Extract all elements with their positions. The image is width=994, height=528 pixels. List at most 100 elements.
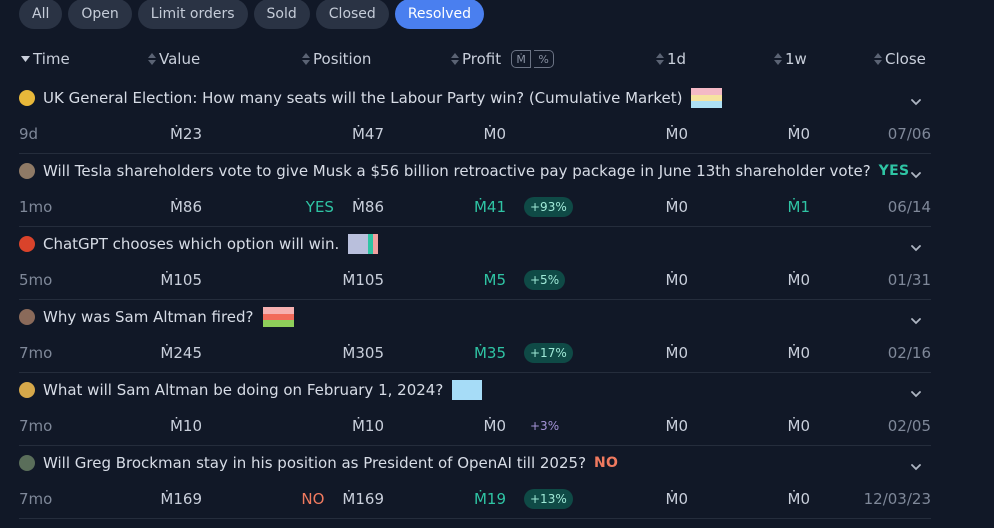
chevron-down-icon[interactable] — [911, 310, 921, 329]
table-row[interactable]: Will Greg Brockman stay in his position … — [19, 445, 931, 519]
market-thumbnail — [262, 307, 294, 327]
sort-1w[interactable]: 1w — [774, 46, 807, 72]
time-cell: 5mo — [19, 271, 53, 289]
profit-percent-cell: +5% — [524, 262, 566, 298]
sort-1d[interactable]: 1d — [656, 46, 686, 72]
resolution-badge: YES — [878, 163, 910, 179]
profit-mana-toggle[interactable]: Ṁ — [511, 50, 532, 68]
close-date-cell: 01/31 — [887, 271, 931, 289]
thumbnail-stripe — [262, 307, 294, 314]
filter-open[interactable]: Open — [68, 0, 132, 29]
table-row[interactable]: UK General Election: How many seats will… — [19, 80, 931, 154]
position-values: 5mo Ṁ105 Ṁ105 Ṁ5 +5% Ṁ0 Ṁ0 01/31 — [19, 262, 931, 298]
market-question-link[interactable]: Will Greg Brockman stay in his position … — [43, 454, 586, 472]
filter-closed[interactable]: Closed — [315, 0, 389, 29]
profit-cell: Ṁ0 — [483, 417, 507, 435]
close-date-cell: 07/06 — [887, 125, 931, 143]
profit-cell: Ṁ41 — [473, 198, 506, 216]
chevron-down-icon[interactable] — [911, 456, 921, 475]
position-values: 7mo Ṁ10 Ṁ10 Ṁ0 +3% Ṁ0 Ṁ0 02/05 — [19, 408, 931, 444]
position-cell: YES Ṁ86 — [306, 189, 384, 225]
table-row[interactable]: Why was Sam Altman fired? 7mo Ṁ245 Ṁ305 Ṁ35 +… — [19, 299, 931, 373]
market-question-line: What will Sam Altman be doing on Februar… — [19, 372, 931, 408]
value-cell: Ṁ23 — [169, 125, 202, 143]
profit-percent-cell: +13% — [524, 481, 573, 517]
thumbnail-stripe — [691, 101, 723, 108]
value-cell: Ṁ105 — [160, 271, 202, 289]
table-header: Time Value Position Profit Ṁ% 1d 1w Clos… — [19, 46, 931, 72]
position-amount: Ṁ169 — [342, 490, 384, 508]
profit-cell: Ṁ0 — [483, 125, 507, 143]
value-cell: Ṁ10 — [169, 417, 202, 435]
thumbnail-stripe — [262, 320, 294, 327]
thumbnail-stripe — [691, 94, 723, 102]
position-values: 7mo Ṁ169 NO Ṁ169 Ṁ19 +13% Ṁ0 Ṁ0 12/03/23 — [19, 481, 931, 517]
time-cell: 9d — [19, 125, 39, 143]
filter-limit-orders[interactable]: Limit orders — [137, 0, 248, 29]
position-outcome: NO — [301, 490, 325, 508]
column-position-label: Position — [313, 50, 372, 68]
thumbnail-stripe — [348, 234, 369, 254]
position-values: 1mo Ṁ86 YES Ṁ86 Ṁ41 +93% Ṁ0 Ṁ1 06/14 — [19, 189, 931, 225]
market-question-link[interactable]: ChatGPT chooses which option will win. — [43, 235, 339, 253]
market-question-line: Will Tesla shareholders vote to give Mus… — [19, 153, 931, 189]
change-1w-cell: Ṁ0 — [787, 417, 811, 435]
profit-percent-cell: +3% — [524, 408, 565, 444]
filter-all[interactable]: All — [19, 0, 63, 29]
chevron-down-icon[interactable] — [911, 383, 921, 402]
change-1d-cell: Ṁ0 — [665, 490, 689, 508]
sort-profit[interactable]: Profit Ṁ% — [451, 46, 555, 72]
position-values: 7mo Ṁ245 Ṁ305 Ṁ35 +17% Ṁ0 Ṁ0 02/16 — [19, 335, 931, 371]
sort-close[interactable]: Close — [874, 46, 926, 72]
sort-time[interactable]: Time — [21, 46, 70, 72]
change-1d-cell: Ṁ0 — [665, 125, 689, 143]
market-question-line: Will Greg Brockman stay in his position … — [19, 445, 931, 481]
market-question-link[interactable]: Will Tesla shareholders vote to give Mus… — [43, 162, 871, 180]
thumbnail-stripe — [691, 88, 723, 95]
position-amount: Ṁ305 — [342, 344, 384, 362]
column-value-label: Value — [159, 50, 201, 68]
close-date-cell: 12/03/23 — [863, 490, 931, 508]
filter-resolved[interactable]: Resolved — [394, 0, 485, 29]
position-amount: Ṁ47 — [351, 125, 384, 143]
profit-percent-toggle[interactable]: % — [534, 50, 555, 68]
table-row[interactable]: What will Sam Altman be doing on Februar… — [19, 372, 931, 446]
sort-desc-icon — [21, 56, 30, 62]
market-question-link[interactable]: UK General Election: How many seats will… — [43, 89, 682, 107]
avatar — [19, 163, 35, 179]
sort-arrows-icon — [774, 53, 782, 65]
position-cell: Ṁ105 — [342, 262, 384, 298]
time-cell: 7mo — [19, 490, 53, 508]
chevron-down-icon[interactable] — [911, 91, 921, 110]
thumbnail-stripe — [373, 234, 379, 254]
table-row[interactable]: Will Tesla shareholders vote to give Mus… — [19, 153, 931, 227]
change-1d-cell: Ṁ0 — [665, 271, 689, 289]
thumbnail-stripe — [262, 313, 294, 321]
avatar — [19, 90, 35, 106]
value-cell: Ṁ169 — [160, 490, 202, 508]
filter-bar: All Open Limit orders Sold Closed Resolv… — [19, 0, 485, 30]
filter-sold[interactable]: Sold — [253, 0, 310, 29]
sort-value[interactable]: Value — [148, 46, 200, 72]
column-1w-label: 1w — [785, 50, 807, 68]
market-question-link[interactable]: What will Sam Altman be doing on Februar… — [43, 381, 443, 399]
close-date-cell: 02/05 — [887, 417, 931, 435]
sort-position[interactable]: Position — [302, 46, 371, 72]
resolution-badge: NO — [594, 455, 619, 471]
profit-percent-badge: +93% — [524, 197, 573, 217]
profit-percent-badge: +13% — [524, 489, 573, 509]
position-amount: Ṁ86 — [351, 198, 384, 216]
avatar — [19, 309, 35, 325]
position-cell: NO Ṁ169 — [301, 481, 384, 517]
table-row[interactable]: ChatGPT chooses which option will win. 5m… — [19, 226, 931, 300]
change-1w-cell: Ṁ0 — [787, 490, 811, 508]
sort-arrows-icon — [656, 53, 664, 65]
profit-percent-cell: +17% — [524, 335, 573, 371]
time-cell: 7mo — [19, 344, 53, 362]
market-question-link[interactable]: Why was Sam Altman fired? — [43, 308, 254, 326]
profit-percent-cell: +93% — [524, 189, 573, 225]
chevron-down-icon[interactable] — [911, 237, 921, 256]
market-question-line: ChatGPT chooses which option will win. — [19, 226, 931, 262]
position-cell: Ṁ10 — [352, 408, 384, 444]
chevron-down-icon[interactable] — [911, 164, 921, 183]
